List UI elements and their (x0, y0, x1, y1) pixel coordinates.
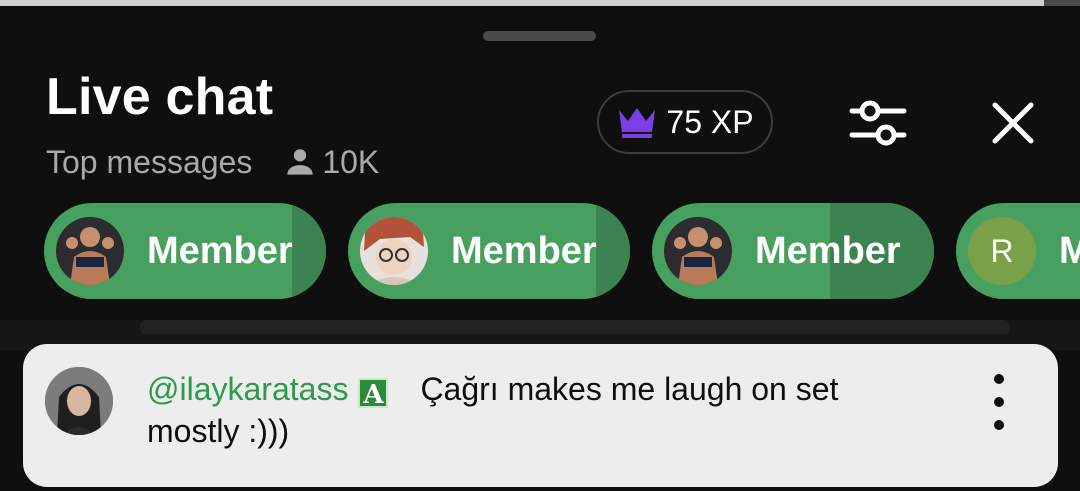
viewer-count-value: 10K (322, 143, 380, 180)
pinned-message-card[interactable]: @ilaykaratass A Çağrı makes me laugh on se… (23, 344, 1058, 487)
member-badge-icon: A (358, 378, 389, 410)
member-chip[interactable]: Member (652, 203, 934, 299)
faded-message (140, 320, 1010, 334)
avatar: R (968, 217, 1036, 285)
top-system-bar-edge (1044, 0, 1080, 6)
chat-mode-row: Top messages 10K (46, 140, 379, 184)
close-button[interactable] (980, 90, 1046, 156)
page-title: Live chat (46, 68, 274, 126)
chat-mode-label[interactable]: Top messages (46, 144, 252, 181)
person-icon (287, 149, 313, 175)
avatar (56, 217, 124, 285)
crown-icon (619, 108, 656, 138)
top-system-bar (0, 0, 1080, 6)
chip-label: Member (451, 230, 597, 272)
chip-label: M (1059, 230, 1080, 272)
avatar[interactable] (45, 367, 113, 435)
sliders-icon (849, 100, 907, 146)
more-options-button[interactable] (981, 374, 1017, 430)
chip-shade (596, 203, 630, 299)
message-text-block: @ilaykaratass A Çağrı makes me laugh on se… (147, 368, 927, 452)
chip-shade (292, 203, 326, 299)
xp-button[interactable]: 75 XP (597, 90, 773, 154)
close-icon (992, 102, 1034, 144)
member-chip[interactable]: Member (348, 203, 630, 299)
kebab-dot (994, 397, 1004, 407)
member-chip[interactable]: R M (956, 203, 1080, 299)
message-author[interactable]: @ilaykaratass (147, 371, 348, 407)
member-chip[interactable]: Member (44, 203, 326, 299)
kebab-dot (994, 420, 1004, 430)
member-chips-row: Member Member Member R M (0, 203, 1080, 301)
drag-handle[interactable] (483, 31, 596, 41)
chip-label: Member (755, 230, 901, 272)
avatar (664, 217, 732, 285)
xp-label: 75 XP (666, 103, 754, 140)
filter-button[interactable] (842, 90, 914, 156)
chip-label: Member (147, 230, 293, 272)
viewer-count: 10K (284, 144, 379, 181)
avatar-letter: R (990, 232, 1014, 269)
kebab-dot (994, 374, 1004, 384)
avatar (360, 217, 428, 285)
